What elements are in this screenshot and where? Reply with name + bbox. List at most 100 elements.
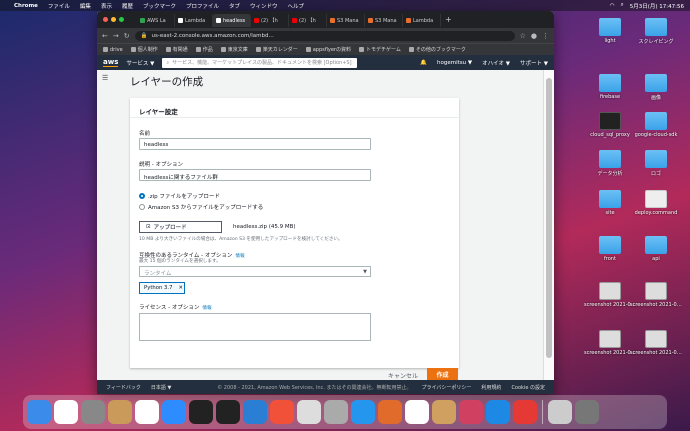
user-menu[interactable]: hogemitsu ▼: [437, 60, 472, 66]
menu-profile[interactable]: プロファイル: [186, 2, 219, 10]
search-icon[interactable]: ⌕: [621, 2, 624, 9]
desktop-item[interactable]: スクレイピング: [630, 18, 682, 45]
language-select[interactable]: 日本語 ▼: [151, 384, 171, 391]
privacy-link[interactable]: プライバシーポリシー: [422, 384, 472, 391]
terms-link[interactable]: 利用規約: [481, 384, 501, 391]
license-info-link[interactable]: 情報: [202, 306, 211, 311]
terminal-icon[interactable]: [216, 400, 240, 424]
aws-search-input[interactable]: ⌕ サービス、機能、マーケットプレイスの製品、ドキュメントを検索 [Option…: [162, 57, 358, 68]
music-icon[interactable]: [297, 400, 321, 424]
browser-tab[interactable]: S3 Mana: [327, 14, 365, 27]
license-textarea[interactable]: [139, 313, 371, 341]
desktop-item[interactable]: deploy.command: [630, 190, 682, 216]
menu-bookmarks[interactable]: ブックマーク: [143, 2, 176, 10]
browser-tab[interactable]: (2) 【h: [251, 14, 289, 27]
back-icon[interactable]: ←: [102, 32, 108, 40]
runtime-info-link[interactable]: 情報: [235, 254, 244, 259]
desktop-item[interactable]: screenshot 2021-05...06.png: [584, 330, 636, 356]
wifi-icon[interactable]: ◠: [610, 3, 615, 9]
menu-dots-icon[interactable]: ⋮: [542, 32, 549, 40]
calendar-icon[interactable]: [54, 400, 78, 424]
menu-view[interactable]: 表示: [101, 2, 112, 10]
browser-tab[interactable]: (2) 【h: [289, 14, 327, 27]
desktop-item[interactable]: firebase: [584, 74, 636, 100]
bookmark-item[interactable]: appsflyerの資料: [305, 46, 351, 53]
desktop-item[interactable]: screenshot 2021-05...1.00.png: [584, 282, 636, 308]
menu-app[interactable]: Chrome: [14, 3, 38, 9]
desktop-item[interactable]: データ分析: [584, 150, 636, 177]
desktop-item[interactable]: site: [584, 190, 636, 216]
preview-icon[interactable]: [548, 400, 572, 424]
bookmark-item[interactable]: 楽天カレンダー: [255, 46, 298, 53]
menu-window[interactable]: ウィンドウ: [250, 2, 278, 10]
menu-history[interactable]: 履歴: [122, 2, 133, 10]
desktop-item[interactable]: google-cloud-sdk: [630, 112, 682, 138]
trash-icon[interactable]: [575, 400, 599, 424]
radio-zip-upload[interactable]: .zip ファイルをアップロード: [139, 192, 220, 200]
bookmark-item[interactable]: その他のブックマーク: [408, 46, 466, 53]
zoom-window-button[interactable]: [119, 17, 124, 22]
menu-file[interactable]: ファイル: [48, 2, 70, 10]
bookmark-item[interactable]: 個人制作: [130, 46, 158, 53]
desktop-item[interactable]: front: [584, 236, 636, 262]
profile-avatar[interactable]: ●: [531, 32, 537, 40]
app-icon[interactable]: [513, 400, 537, 424]
close-icon[interactable]: ✕: [178, 285, 182, 291]
desktop-item[interactable]: light: [584, 18, 636, 44]
aws-logo[interactable]: aws: [103, 58, 119, 67]
cancel-button[interactable]: キャンセル: [388, 371, 418, 380]
desktop-item[interactable]: screenshot 2021-05...29.png: [630, 330, 682, 356]
description-input[interactable]: headlessに関するファイル群: [139, 169, 371, 181]
app-icon[interactable]: [459, 400, 483, 424]
browser-tab[interactable]: headless: [213, 14, 251, 27]
support-menu[interactable]: サポート ▼: [520, 59, 548, 67]
scrollbar-thumb[interactable]: [546, 78, 552, 358]
menu-edit[interactable]: 編集: [80, 2, 91, 10]
star-icon[interactable]: ☆: [520, 32, 526, 40]
app-icon[interactable]: [432, 400, 456, 424]
bell-icon[interactable]: 🔔: [420, 60, 427, 66]
desktop-item[interactable]: screenshot 2021-05...9.21.png: [630, 282, 682, 308]
bookmark-item[interactable]: 作品: [195, 46, 213, 53]
app-icon[interactable]: [405, 400, 429, 424]
services-menu[interactable]: サービス ▼: [126, 59, 154, 67]
infinity-icon[interactable]: [486, 400, 510, 424]
finder-icon[interactable]: [27, 400, 51, 424]
desktop-item[interactable]: 画像: [630, 74, 682, 101]
address-field[interactable]: 🔒 us-east-2.console.aws.amazon.com/lambd.…: [134, 30, 515, 41]
zoom-icon[interactable]: [162, 400, 186, 424]
upload-button[interactable]: ⊡ アップロード: [139, 221, 222, 233]
region-menu[interactable]: オハイオ ▼: [482, 59, 510, 67]
browser-tab[interactable]: Lambda: [175, 14, 213, 27]
reload-icon[interactable]: ↻: [124, 32, 130, 40]
menu-tab[interactable]: タブ: [229, 2, 240, 10]
swift-icon[interactable]: [270, 400, 294, 424]
feedback-link[interactable]: フィードバック: [106, 384, 141, 391]
terminal-icon[interactable]: [189, 400, 213, 424]
close-window-button[interactable]: [103, 17, 108, 22]
forward-icon[interactable]: →: [113, 32, 119, 40]
desktop-item[interactable]: cloud_sql_proxy: [584, 112, 636, 138]
browser-tab[interactable]: S3 Mana: [365, 14, 403, 27]
browser-tab[interactable]: AWS La: [137, 14, 175, 27]
settings-icon[interactable]: [81, 400, 105, 424]
bookmark-item[interactable]: トモデチゲーム: [359, 46, 401, 53]
vscode-icon[interactable]: [243, 400, 267, 424]
chrome-icon[interactable]: [135, 400, 159, 424]
bookmark-item[interactable]: 東京文庫: [220, 46, 248, 53]
radio-s3-upload[interactable]: Amazon S3 からファイルをアップロードする: [139, 203, 263, 211]
app-icon[interactable]: [324, 400, 348, 424]
clock[interactable]: 5月3日(月) 17:47:56: [630, 2, 684, 10]
cookie-link[interactable]: Cookie の設定: [511, 384, 545, 391]
browser-tab[interactable]: Lambda: [403, 14, 441, 27]
scrollbar[interactable]: [543, 70, 554, 380]
docker-icon[interactable]: [351, 400, 375, 424]
name-input[interactable]: headless: [139, 138, 371, 150]
app-icon[interactable]: [378, 400, 402, 424]
new-tab-button[interactable]: +: [445, 15, 452, 24]
hamburger-icon[interactable]: ☰: [102, 74, 108, 82]
bookmark-item[interactable]: drive: [103, 47, 123, 53]
desktop-item[interactable]: ロゴ: [630, 150, 682, 177]
menu-help[interactable]: ヘルプ: [288, 2, 305, 10]
runtime-select[interactable]: ランタイム ▼: [139, 266, 371, 277]
